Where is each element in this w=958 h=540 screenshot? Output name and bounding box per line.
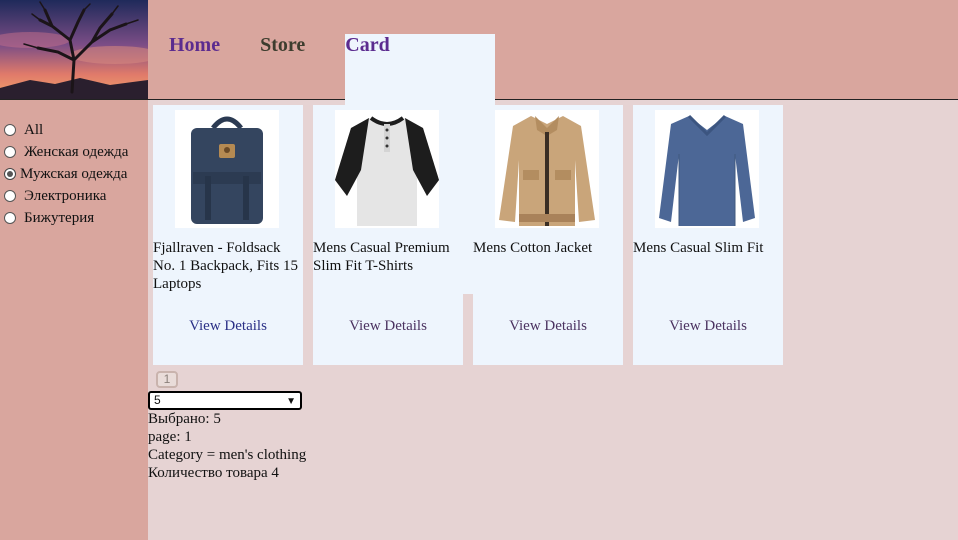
filter-label: All (24, 121, 44, 138)
header: Home Store Card (0, 0, 958, 294)
logo-image (0, 0, 148, 99)
radio-button[interactable] (4, 212, 16, 224)
view-details-link[interactable]: View Details (633, 318, 783, 335)
category-text: Category = men's clothing (148, 447, 307, 463)
radio-button-selected[interactable] (4, 168, 16, 180)
view-details-link[interactable]: View Details (153, 318, 303, 335)
jacket-image (495, 110, 599, 228)
filter-electronics[interactable]: Электроника (4, 186, 106, 206)
nav-store-link[interactable]: Store (260, 34, 305, 62)
nav-home-link[interactable]: Home (169, 34, 220, 62)
product-title: Mens Casual Premium Slim Fit T-Shirts (313, 240, 450, 274)
current-page-text: page: 1 (148, 429, 192, 445)
selected-count-text: Выбрано: 5 (148, 411, 221, 427)
product-card: Mens Casual Slim Fit View Details (633, 105, 783, 365)
filter-jewelery[interactable]: Бижутерия (4, 208, 94, 228)
product-card: Mens Cotton Jacket View Details (473, 105, 623, 365)
product-card: Fjallraven - Foldsack No. 1 Backpack, Fi… (153, 105, 303, 365)
filter-label: Женская одежда (24, 143, 129, 160)
filter-label: Бижутерия (24, 209, 95, 226)
filter-label: Мужская одежда (20, 165, 128, 182)
product-title: Mens Cotton Jacket (473, 240, 593, 256)
filter-mens-clothing[interactable]: Мужская одежда (4, 164, 127, 184)
filter-label: Электроника (24, 187, 107, 204)
product-title: Mens Casual Slim Fit (633, 240, 764, 256)
category-sidebar: All Женская одежда Мужская одежда Электр… (0, 100, 148, 540)
tshirt-image (335, 110, 439, 228)
filter-all[interactable]: All (4, 120, 43, 140)
radio-button[interactable] (4, 124, 16, 136)
filter-womens-clothing[interactable]: Женская одежда (4, 142, 128, 162)
page-size-select[interactable]: 5 ▼ (148, 391, 302, 410)
radio-button[interactable] (4, 190, 16, 202)
view-details-link[interactable]: View Details (473, 318, 623, 335)
chevron-down-icon: ▼ (286, 396, 296, 407)
page-size-value: 5 (154, 393, 161, 407)
product-title: Fjallraven - Foldsack No. 1 Backpack, Fi… (153, 240, 298, 292)
product-card: Mens Casual Premium Slim Fit T-Shirts Vi… (313, 105, 463, 365)
radio-button[interactable] (4, 146, 16, 158)
longsleeve-image (655, 110, 759, 228)
product-count-text: Количество товара 4 (148, 465, 279, 481)
main-nav: Home Store Card (169, 34, 496, 294)
backpack-image (175, 110, 279, 228)
product-grid: Fjallraven - Foldsack No. 1 Backpack, Fi… (153, 105, 783, 365)
view-details-link[interactable]: View Details (313, 318, 463, 335)
page-1-button[interactable]: 1 (156, 371, 178, 388)
